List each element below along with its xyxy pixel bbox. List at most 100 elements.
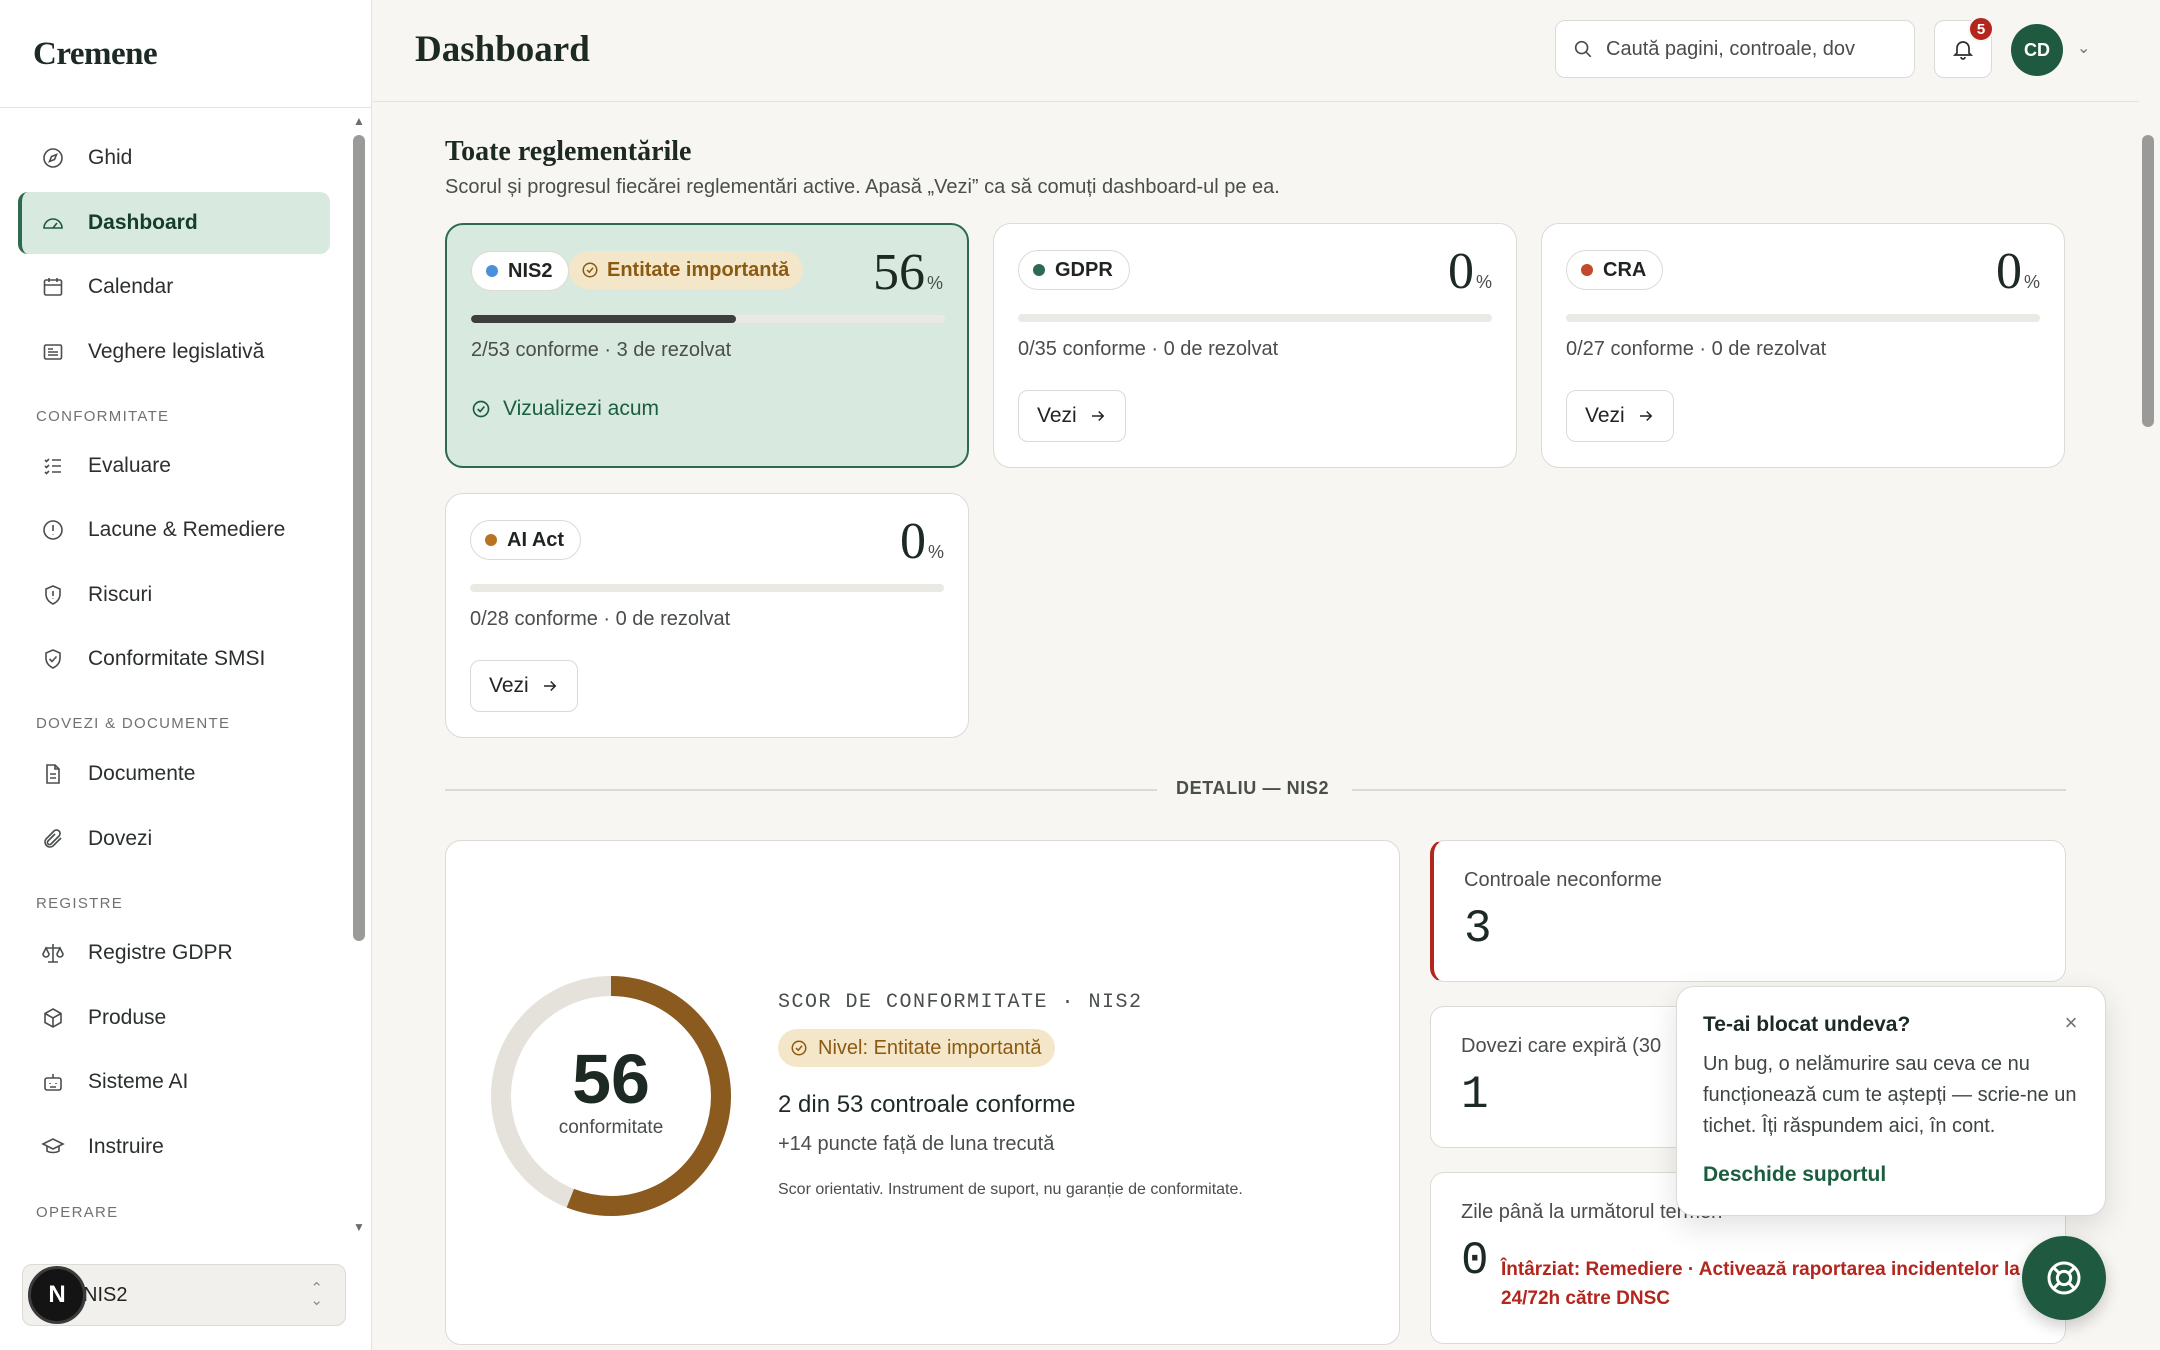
compliance-score-card: 56 conformitate SCOR DE CONFORMITATE · N… xyxy=(445,840,1400,1345)
regulation-stats: 0/35 conforme · 0 de rezolvat xyxy=(1018,338,1279,360)
progress-bar xyxy=(1566,314,2040,322)
help-popover: Te-ai blocat undeva? × Un bug, o nelămur… xyxy=(1676,986,2106,1216)
sidebar-item-dashboard[interactable]: Dashboard xyxy=(18,192,330,254)
sidebar-item-label: Dovezi xyxy=(88,827,153,850)
sidebar-section-title: OPERARE xyxy=(36,1204,119,1221)
sidebar-item-label: Instruire xyxy=(88,1135,164,1158)
sidebar-item-conformitate-smsi[interactable]: Conformitate SMSI xyxy=(18,628,330,690)
divider-line xyxy=(1352,789,2066,791)
score-label: conformitate xyxy=(558,1117,664,1138)
regulation-switcher-value: NIS2 xyxy=(83,1283,128,1306)
regulation-chip: AI Act xyxy=(470,520,582,560)
sidebar-item-label: Sisteme AI xyxy=(88,1070,189,1093)
sidebar-item-label: Lacune & Remediere xyxy=(88,518,286,541)
page-title: Dashboard xyxy=(415,29,590,70)
search-input[interactable] xyxy=(1606,37,1896,61)
checklist-icon xyxy=(40,453,66,479)
sidebar-item-label: Dashboard xyxy=(88,211,198,234)
box-icon xyxy=(40,1005,66,1031)
search-icon xyxy=(1574,40,1592,58)
sidebar-scrollbar[interactable] xyxy=(353,135,365,941)
sidebar-item-calendar[interactable]: Calendar xyxy=(18,256,330,318)
badge-check-icon xyxy=(582,262,598,278)
regulation-chip: GDPR xyxy=(1018,250,1130,290)
score-summary: 2 din 53 controale conforme xyxy=(778,1091,1076,1118)
kpi-value: 3 xyxy=(1464,903,1492,955)
search-box[interactable] xyxy=(1555,20,1915,78)
scale-icon xyxy=(40,940,66,966)
regulation-percent: 0% xyxy=(1447,243,1492,300)
sidebar-item-instruire[interactable]: Instruire xyxy=(18,1116,330,1178)
user-avatar[interactable]: CD xyxy=(2011,24,2063,76)
regulation-card-gdpr[interactable]: GDPR 0% 0/35 conforme · 0 de rezolvat Ve… xyxy=(993,223,1517,468)
chevron-down-icon[interactable]: ⌄ xyxy=(2077,38,2090,58)
sidebar-item-documente[interactable]: Documente xyxy=(18,743,330,805)
sidebar-item-label: Documente xyxy=(88,762,196,785)
regulation-percent: 0% xyxy=(899,513,944,570)
brand-logo[interactable]: Cremene xyxy=(0,0,371,108)
scroll-up-arrow[interactable]: ▲ xyxy=(352,114,366,128)
kpi-label: Controale neconforme xyxy=(1464,869,1662,891)
regulation-card-cra[interactable]: CRA 0% 0/27 conforme · 0 de rezolvat Vez… xyxy=(1541,223,2065,468)
sidebar-item-evaluare[interactable]: Evaluare xyxy=(18,435,330,497)
lifebuoy-icon xyxy=(2047,1261,2081,1295)
top-header: Dashboard 5 CD ⌄ xyxy=(373,0,2139,102)
kpi-value: 0 xyxy=(1461,1235,1489,1287)
sidebar-nav: Ghid Dashboard Calendar Veghere legislat… xyxy=(0,110,360,1235)
entity-level-badge: Entitate importantă xyxy=(569,251,804,289)
progress-fill xyxy=(471,315,737,323)
view-ai-act-button[interactable]: Vezi xyxy=(470,660,578,712)
sidebar-item-label: Calendar xyxy=(88,275,174,298)
viewing-now-status: Vizualizezi acum xyxy=(471,397,659,421)
progress-bar xyxy=(470,584,944,592)
sidebar-item-dovezi[interactable]: Dovezi xyxy=(18,808,330,870)
sidebar-item-label: Produse xyxy=(88,1006,167,1029)
regulation-card-ai-act[interactable]: AI Act 0% 0/28 conforme · 0 de rezolvat … xyxy=(445,493,969,738)
kpi-label: Dovezi care expiră (30 xyxy=(1461,1035,1662,1057)
regulation-stats: 0/28 conforme · 0 de rezolvat xyxy=(470,608,731,630)
progress-bar xyxy=(471,315,945,323)
kpi-noncompliant-controls[interactable]: Controale neconforme 3 xyxy=(1430,840,2066,982)
status-dot xyxy=(1033,264,1045,276)
alert-circle-icon xyxy=(40,517,66,543)
score-value: 56 xyxy=(572,1040,650,1118)
support-button[interactable] xyxy=(2022,1236,2106,1320)
scroll-down-arrow[interactable]: ▼ xyxy=(352,1220,366,1234)
regulation-stats: 2/53 conforme · 3 de rezolvat xyxy=(471,339,732,361)
sidebar-item-sisteme-ai[interactable]: Sisteme AI xyxy=(18,1051,330,1113)
regulations-title: Toate reglementările xyxy=(445,136,692,167)
file-icon xyxy=(40,761,66,787)
sidebar-item-label: Veghere legislativă xyxy=(88,340,265,363)
arrow-right-icon xyxy=(1639,410,1653,422)
detail-divider-label: DETALIU — NIS2 xyxy=(1176,778,1330,798)
sidebar-section-title: DOVEZI & DOCUMENTE xyxy=(36,715,231,732)
main-scrollbar[interactable] xyxy=(2142,135,2154,427)
compass-icon xyxy=(40,145,66,171)
regulation-chip: CRA xyxy=(1566,250,1664,290)
arrow-right-icon xyxy=(1091,410,1105,422)
open-support-link[interactable]: Deschide suportul xyxy=(1703,1163,1886,1187)
progress-bar xyxy=(1018,314,1492,322)
sidebar-item-registre-gdpr[interactable]: Registre GDPR xyxy=(18,922,330,984)
sidebar-item-riscuri[interactable]: Riscuri xyxy=(18,564,330,626)
sidebar-item-label: Riscuri xyxy=(88,583,153,606)
sidebar-item-ghid[interactable]: Ghid xyxy=(18,127,330,189)
sidebar-item-veghere-legislativa[interactable]: Veghere legislativă xyxy=(18,321,330,383)
regulation-card-nis2[interactable]: NIS2 Entitate importantă 56% 2/53 confor… xyxy=(445,223,969,468)
paperclip-icon xyxy=(40,826,66,852)
chevron-updown-icon: ⌃ ⌄ xyxy=(310,1280,323,1309)
view-gdpr-button[interactable]: Vezi xyxy=(1018,390,1126,442)
bell-icon xyxy=(1952,41,1974,60)
status-dot xyxy=(485,534,497,546)
score-kicker: SCOR DE CONFORMITATE · NIS2 xyxy=(778,991,1143,1014)
bot-icon xyxy=(40,1069,66,1095)
framework-badge[interactable]: N xyxy=(28,1266,86,1324)
sidebar-item-lacune-remediere[interactable]: Lacune & Remediere xyxy=(18,499,330,561)
score-delta: +14 puncte față de luna trecută xyxy=(778,1133,1055,1155)
close-icon[interactable]: × xyxy=(2059,1011,2083,1035)
status-dot xyxy=(1581,264,1593,276)
help-body: Un bug, o nelămurire sau ceva ce nu func… xyxy=(1703,1053,2077,1137)
view-cra-button[interactable]: Vezi xyxy=(1566,390,1674,442)
overdue-warning[interactable]: Întârziat: Remediere · Activează raporta… xyxy=(1501,1255,2021,1313)
sidebar-item-produse[interactable]: Produse xyxy=(18,987,330,1049)
